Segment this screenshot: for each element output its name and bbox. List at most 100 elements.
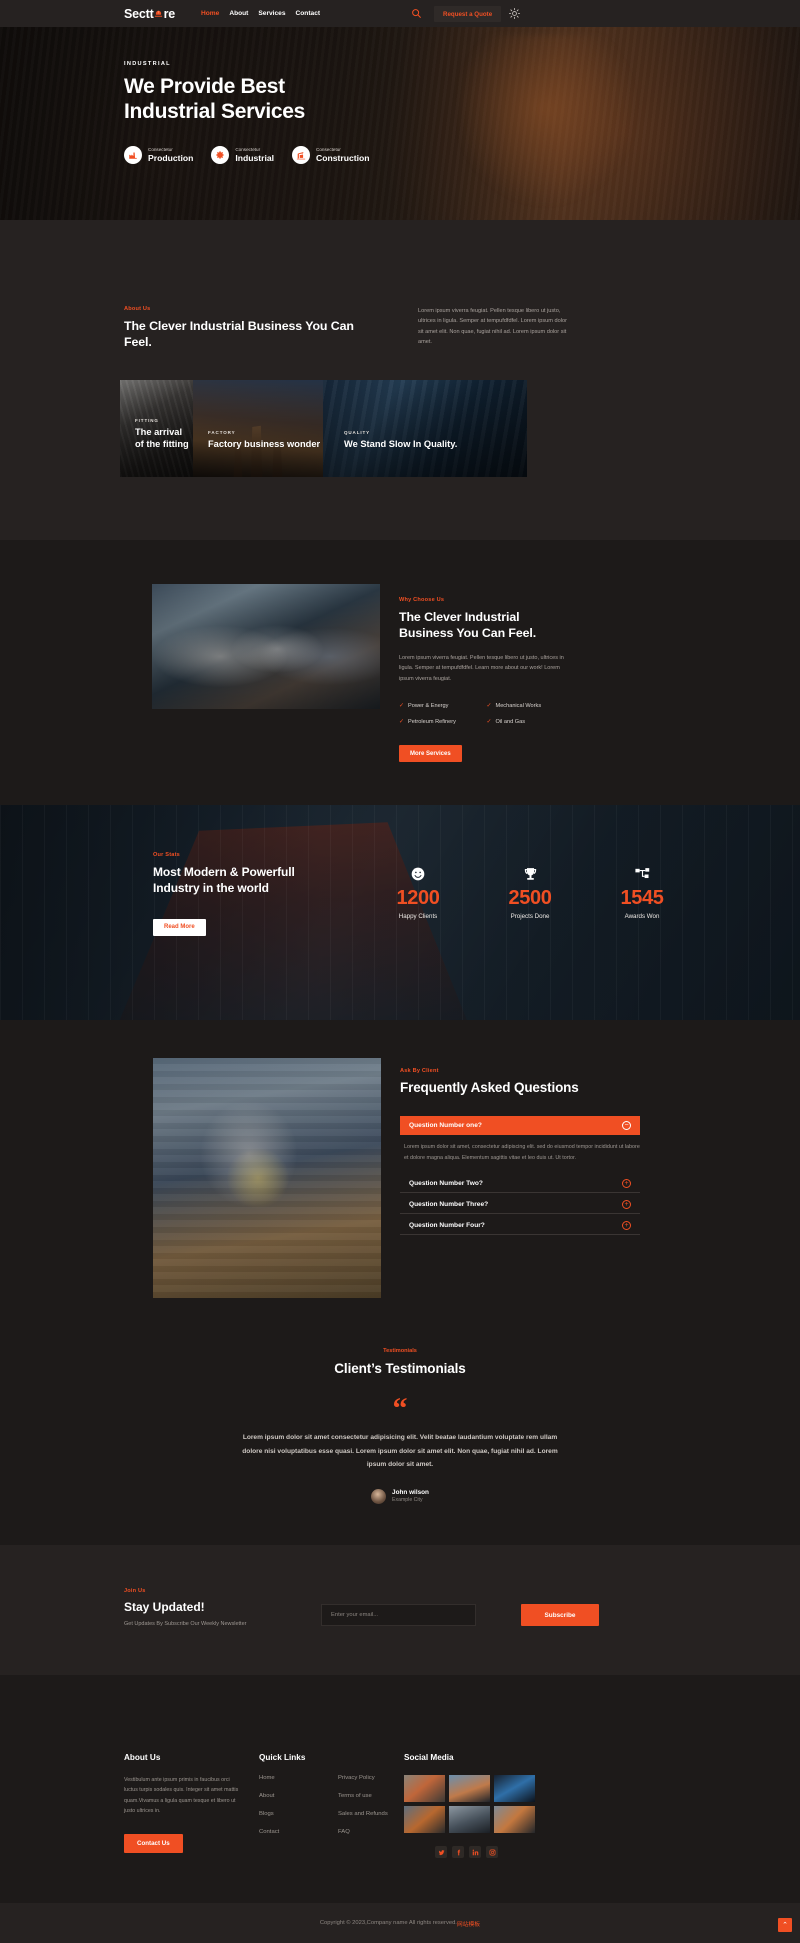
hero-eyebrow: INDUSTRIAL [124,61,171,67]
worker-with-helmet-photo [153,1058,381,1298]
hero-badge-list: Consectetur Production Consectetur Indus… [124,146,370,165]
faq-eyebrow: Ask By Client [400,1068,439,1074]
nav-item-home[interactable]: Home [201,10,219,17]
stats-section: Our Stats Most Modern & Powerfull Indust… [0,805,800,1020]
sun-icon[interactable] [508,7,521,20]
copyright-bar: Copyright © 2023,Company name All rights… [0,1903,800,1943]
footer-social-title: Social Media [404,1753,454,1762]
hero-badge-industrial[interactable]: Consectetur Industrial [211,146,274,165]
feature-item: ✓ Oil and Gas [486,718,575,726]
thumb-refinery[interactable] [449,1775,490,1802]
hero-badge-production[interactable]: Consectetur Production [124,146,194,165]
minus-icon[interactable]: − [622,1121,631,1130]
nav-item-contact[interactable]: Contact [296,10,321,17]
twitter-icon[interactable] [435,1846,447,1858]
author-name: John wilson [392,1489,429,1497]
faq-title: Frequently Asked Questions [400,1080,579,1095]
instagram-icon[interactable] [486,1846,498,1858]
testimonials-eyebrow: Testimonials [383,1348,417,1354]
faq-item-3: Question Number Three? + [400,1195,640,1215]
stats-title: Most Modern & Powerfull Industry in the … [153,865,295,896]
thumb-night-plant[interactable] [494,1775,535,1802]
nav-item-services[interactable]: Services [258,10,285,17]
card-title: Factory business wonder [208,439,321,450]
hero-badge-construction[interactable]: Consectetur Construction [292,146,370,165]
about-card-fitting[interactable]: FITTING The arrival of the fitting [120,380,193,477]
hero-worker-photo [460,35,650,220]
linkedin-icon[interactable] [469,1846,481,1858]
social-icon-row [435,1846,554,1858]
why-title: The Clever Industrial Business You Can F… [399,610,537,641]
thumb-workers[interactable] [404,1775,445,1802]
testimonial-text: Lorem ipsum dolor sit amet consectetur a… [242,1434,558,1469]
card-tag: QUALITY [344,430,371,436]
plus-icon[interactable]: + [622,1220,631,1230]
copyright-highlight[interactable]: 网站模板 [457,1919,480,1928]
footer-link-blogs[interactable]: Blogs [259,1811,338,1817]
counter-projects-done: 2500 Projects Done [496,863,564,920]
counter-label: Happy Clients [398,913,438,920]
thumb-welder[interactable] [404,1806,445,1833]
about-paragraph: Lorem ipsum viverra feugiat. Pellen tesq… [418,308,567,346]
badge-title: Production [148,152,194,163]
about-card-quality[interactable]: QUALITY We Stand Slow In Quality. [323,380,527,477]
card-image [193,380,323,477]
check-icon: ✓ [486,719,492,726]
footer-thumbnail-grid [404,1775,554,1833]
footer-about-text: Vestibulum ante ipsum primis in faucibus… [124,1777,239,1814]
email-field[interactable] [321,1604,476,1626]
about-title: The Clever Industrial Business You Can F… [124,319,354,350]
footer-link-home[interactable]: Home [259,1775,338,1781]
hero-background-image [0,27,800,220]
hero-title: We Provide Best Industrial Services [124,74,370,124]
card-tag: FACTORY [208,430,236,436]
facebook-icon[interactable] [452,1846,464,1858]
counter-label: Awards Won [624,913,660,920]
subscribe-button[interactable]: Subscribe [521,1604,599,1626]
network-icon [608,863,676,885]
stats-heading-block: Our Stats Most Modern & Powerfull Indust… [153,852,338,936]
trophy-icon [496,863,564,885]
hero-title-line-1: We Provide Best [124,75,285,98]
feature-label: Oil and Gas [495,718,526,725]
read-more-button[interactable]: Read More [153,918,206,936]
thumb-machinery[interactable] [494,1806,535,1833]
about-section: About Us The Clever Industrial Business … [0,220,800,540]
faq-question-2[interactable]: Question Number Two? + [400,1174,640,1194]
badge-title: Construction [316,152,370,163]
faq-item-2: Question Number Two? + [400,1174,640,1194]
why-feature-list: ✓ Power & Energy ✓ Mechanical Works ✓ Petro… [399,702,575,726]
feature-item: ✓ Mechanical Works [486,702,575,710]
nav-item-about[interactable]: About [229,10,248,17]
footer-link-contact[interactable]: Contact [259,1829,338,1835]
feature-label: Mechanical Works [495,702,542,709]
footer-link-list-1: Home About Blogs Contact [259,1775,338,1847]
crane-icon [292,146,311,165]
author-role: Example City [392,1497,423,1504]
arrow-up-icon[interactable]: ⌃ [778,1918,792,1932]
faq-question-label: Question Number Three? [409,1200,489,1208]
faq-question-3[interactable]: Question Number Three? + [400,1195,640,1215]
counter-value: 1200 [396,887,440,909]
faq-question-label: Question Number Two? [409,1179,483,1187]
about-eyebrow: About Us [124,306,151,312]
thumb-meeting[interactable] [449,1806,490,1833]
site-logo[interactable]: Sectt re [124,7,175,21]
newsletter-paragraph: Get Updates By Subscribe Our Weekly News… [124,1621,247,1627]
check-icon: ✓ [486,703,492,710]
more-services-button[interactable]: More Services [399,745,462,763]
faq-content: Ask By Client Frequently Asked Questions… [400,1068,640,1237]
contact-us-button[interactable]: Contact Us [124,1834,183,1854]
faq-question-1[interactable]: Question Number one? − [400,1116,640,1135]
about-card-factory[interactable]: FACTORY Factory business wonder [193,380,323,477]
faq-item-4: Question Number Four? + [400,1216,640,1236]
counter-happy-clients: 1200 Happy Clients [384,863,452,920]
footer-link-about[interactable]: About [259,1793,338,1799]
plus-icon[interactable]: + [622,1199,631,1209]
plus-icon[interactable]: + [622,1178,631,1188]
search-icon[interactable] [411,8,422,19]
hero-content: INDUSTRIAL We Provide Best Industrial Se… [124,61,370,165]
faq-accordion: Question Number one? − Lorem ipsum dolor… [400,1116,640,1236]
faq-question-4[interactable]: Question Number Four? + [400,1216,640,1236]
request-quote-button[interactable]: Request a Quote [434,6,502,22]
